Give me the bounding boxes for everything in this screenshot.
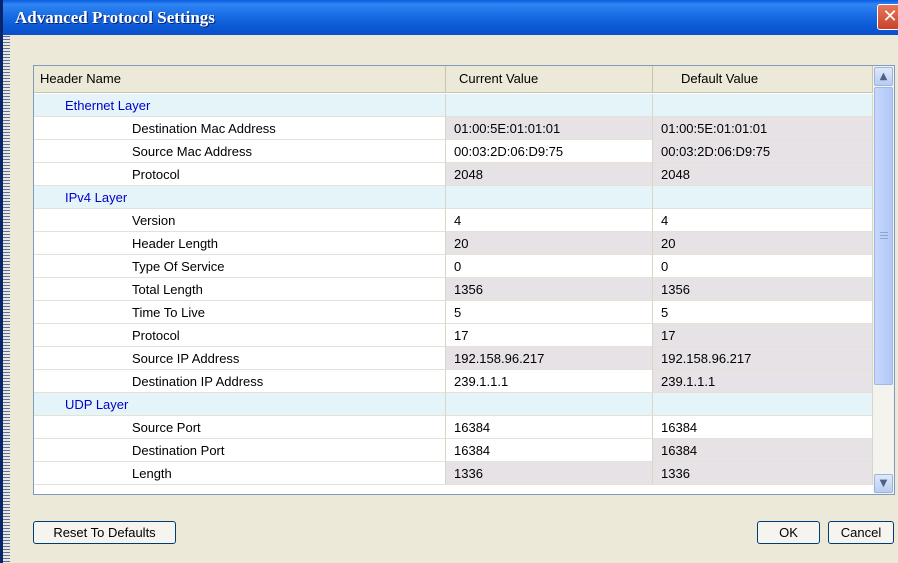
current-value-cell[interactable]: 1336 [446,462,653,485]
header-name-cell: Source Mac Address [34,140,446,163]
group-label: UDP Layer [34,393,446,416]
grip-line [880,238,888,239]
current-value-cell[interactable]: 01:00:5E:01:01:01 [446,117,653,140]
default-value-cell: 4 [653,209,873,232]
header-name-cell: Destination Port [34,439,446,462]
default-value-cell: 239.1.1.1 [653,370,873,393]
close-icon[interactable]: ✕ [877,4,898,30]
default-value-cell: 01:00:5E:01:01:01 [653,117,873,140]
current-value-cell[interactable]: 192.158.96.217 [446,347,653,370]
header-name-cell: Destination Mac Address [34,117,446,140]
default-value-cell [653,186,873,209]
ok-button[interactable]: OK [757,521,820,544]
window-edge [3,0,10,563]
table-row[interactable]: Version 4 4 [34,209,873,232]
title-bar[interactable]: Advanced Protocol Settings ✕ [3,0,898,35]
header-name-cell: Total Length [34,278,446,301]
grid-header: Header Name Current Value Default Value [34,66,873,93]
table-row[interactable]: Type Of Service 0 0 [34,255,873,278]
table-row[interactable]: Source IP Address 192.158.96.217 192.158.9… [34,347,873,370]
current-value-cell[interactable]: 00:03:2D:06:D9:75 [446,140,653,163]
group-row[interactable]: Ethernet Layer [34,94,873,117]
current-value-cell[interactable]: 20 [446,232,653,255]
table-row[interactable]: Source Port 16384 16384 [34,416,873,439]
group-row[interactable]: UDP Layer [34,393,873,416]
current-value-cell[interactable]: 1356 [446,278,653,301]
header-name-cell: Length [34,462,446,485]
default-value-cell: 1356 [653,278,873,301]
vertical-scrollbar[interactable]: ▲ ▼ [873,66,894,494]
current-value-cell[interactable]: 5 [446,301,653,324]
dialog-window: Advanced Protocol Settings ✕ Header Name… [0,0,898,563]
header-name-cell: Header Length [34,232,446,255]
default-value-cell: 20 [653,232,873,255]
current-value-cell[interactable] [446,186,653,209]
scroll-thumb[interactable] [874,87,893,385]
header-name-cell: Time To Live [34,301,446,324]
reset-to-defaults-button[interactable]: Reset To Defaults [33,521,176,544]
column-header-current-value[interactable]: Current Value [446,66,653,92]
scroll-down-icon[interactable]: ▼ [874,474,893,493]
grip-line [880,232,888,233]
default-value-cell: 2048 [653,163,873,186]
column-header-name[interactable]: Header Name [34,66,446,92]
table-row[interactable]: Destination Port 16384 16384 [34,439,873,462]
header-name-cell: Version [34,209,446,232]
window-title: Advanced Protocol Settings [15,8,215,27]
table-row[interactable]: Source Mac Address 00:03:2D:06:D9:75 00:03… [34,140,873,163]
table-row[interactable]: Total Length 1356 1356 [34,278,873,301]
table-row[interactable]: Destination IP Address 239.1.1.1 239.1.1.1 [34,370,873,393]
table-row[interactable]: Header Length 20 20 [34,232,873,255]
current-value-cell[interactable]: 0 [446,255,653,278]
default-value-cell: 5 [653,301,873,324]
table-row[interactable]: Protocol 17 17 [34,324,873,347]
group-label: IPv4 Layer [34,186,446,209]
header-name-cell: Source Port [34,416,446,439]
default-value-cell: 16384 [653,416,873,439]
current-value-cell[interactable]: 16384 [446,416,653,439]
current-value-cell[interactable]: 4 [446,209,653,232]
table-row[interactable]: Protocol 2048 2048 [34,163,873,186]
header-name-cell: Protocol [34,324,446,347]
table-row[interactable]: Time To Live 5 5 [34,301,873,324]
default-value-cell [653,393,873,416]
current-value-cell[interactable]: 17 [446,324,653,347]
current-value-cell[interactable] [446,393,653,416]
default-value-cell: 1336 [653,462,873,485]
group-label: Ethernet Layer [34,94,446,117]
default-value-cell: 00:03:2D:06:D9:75 [653,140,873,163]
header-name-cell: Protocol [34,163,446,186]
header-name-cell: Destination IP Address [34,370,446,393]
default-value-cell: 16384 [653,439,873,462]
table-row[interactable]: Destination Mac Address 01:00:5E:01:01:01… [34,117,873,140]
grip-line [880,235,888,236]
current-value-cell[interactable]: 16384 [446,439,653,462]
current-value-cell[interactable] [446,94,653,117]
table-row[interactable]: Length 1336 1336 [34,462,873,485]
scroll-up-icon[interactable]: ▲ [874,67,893,86]
default-value-cell: 0 [653,255,873,278]
property-grid: Header Name Current Value Default Value … [33,65,895,495]
cancel-button[interactable]: Cancel [828,521,894,544]
current-value-cell[interactable]: 239.1.1.1 [446,370,653,393]
header-name-cell: Type Of Service [34,255,446,278]
column-header-default-value[interactable]: Default Value [653,66,873,92]
current-value-cell[interactable]: 2048 [446,163,653,186]
header-name-cell: Source IP Address [34,347,446,370]
default-value-cell: 192.158.96.217 [653,347,873,370]
default-value-cell: 17 [653,324,873,347]
default-value-cell [653,94,873,117]
group-row[interactable]: IPv4 Layer [34,186,873,209]
